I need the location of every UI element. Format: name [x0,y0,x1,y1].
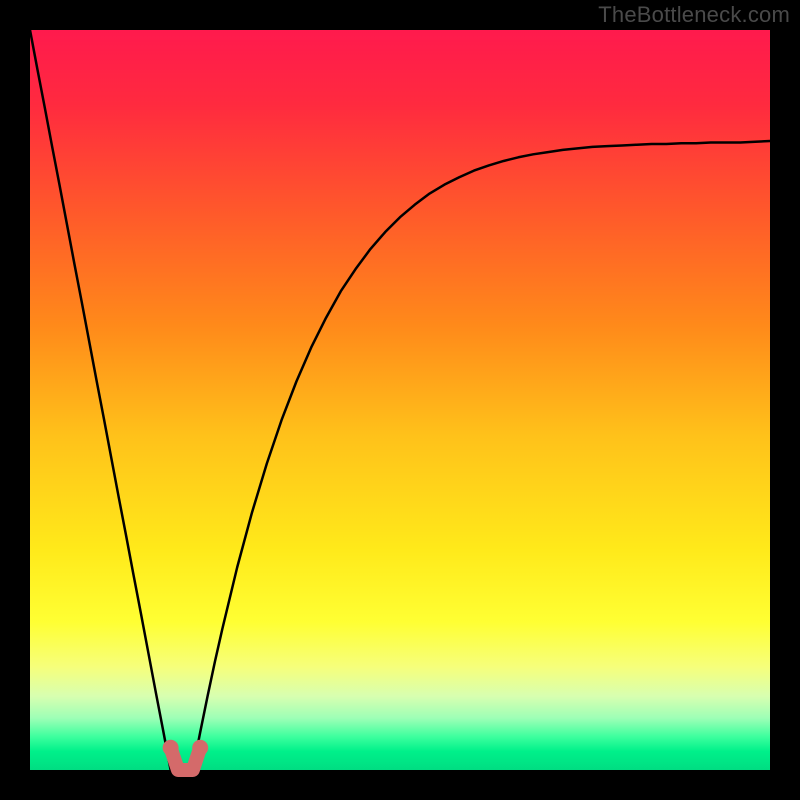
valley-marker-start-dot [163,740,179,756]
chart-stage: TheBottleneck.com [0,0,800,800]
watermark-text: TheBottleneck.com [598,2,790,28]
bottleneck-chart [0,0,800,800]
valley-marker-end-dot [192,740,208,756]
gradient-panel [30,30,770,770]
